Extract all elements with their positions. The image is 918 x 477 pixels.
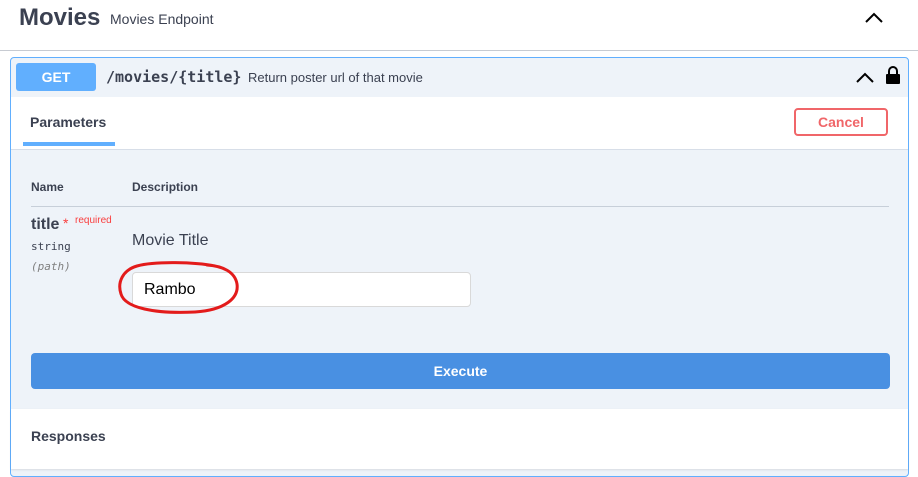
parameter-location: (path): [31, 260, 71, 273]
chevron-up-icon[interactable]: [862, 8, 886, 28]
tab-parameters[interactable]: Parameters: [23, 97, 115, 146]
column-header-name: Name: [31, 180, 64, 194]
operation-path: /movies/{title}: [106, 68, 242, 86]
required-label: required: [75, 215, 112, 226]
method-badge[interactable]: GET: [16, 63, 96, 91]
required-mark: *: [63, 215, 69, 231]
cancel-button[interactable]: Cancel: [794, 108, 888, 136]
parameter-type: string: [31, 240, 71, 253]
execute-button[interactable]: Execute: [31, 353, 890, 389]
tag-description: Movies Endpoint: [110, 11, 214, 27]
tab-parameters-label: Parameters: [30, 114, 107, 130]
parameters-header: Parameters Cancel: [11, 97, 908, 150]
operation-summary[interactable]: GET /movies/{title} Return poster url of…: [11, 58, 908, 98]
tag-header[interactable]: Movies Movies Endpoint: [0, 0, 918, 51]
operation-block: GET /movies/{title} Return poster url of…: [10, 57, 909, 477]
parameter-name: title: [31, 216, 60, 233]
table-divider: [31, 206, 889, 207]
responses-title: Responses: [31, 428, 106, 444]
operation-summary-text: Return poster url of that movie: [248, 70, 423, 85]
chevron-up-icon[interactable]: [854, 68, 876, 88]
title-input[interactable]: [132, 272, 471, 307]
responses-section: Responses: [11, 409, 908, 469]
tag-title: Movies: [19, 4, 101, 31]
parameter-description: Movie Title: [132, 232, 209, 249]
column-header-description: Description: [132, 180, 199, 194]
lock-icon[interactable]: [885, 65, 901, 85]
